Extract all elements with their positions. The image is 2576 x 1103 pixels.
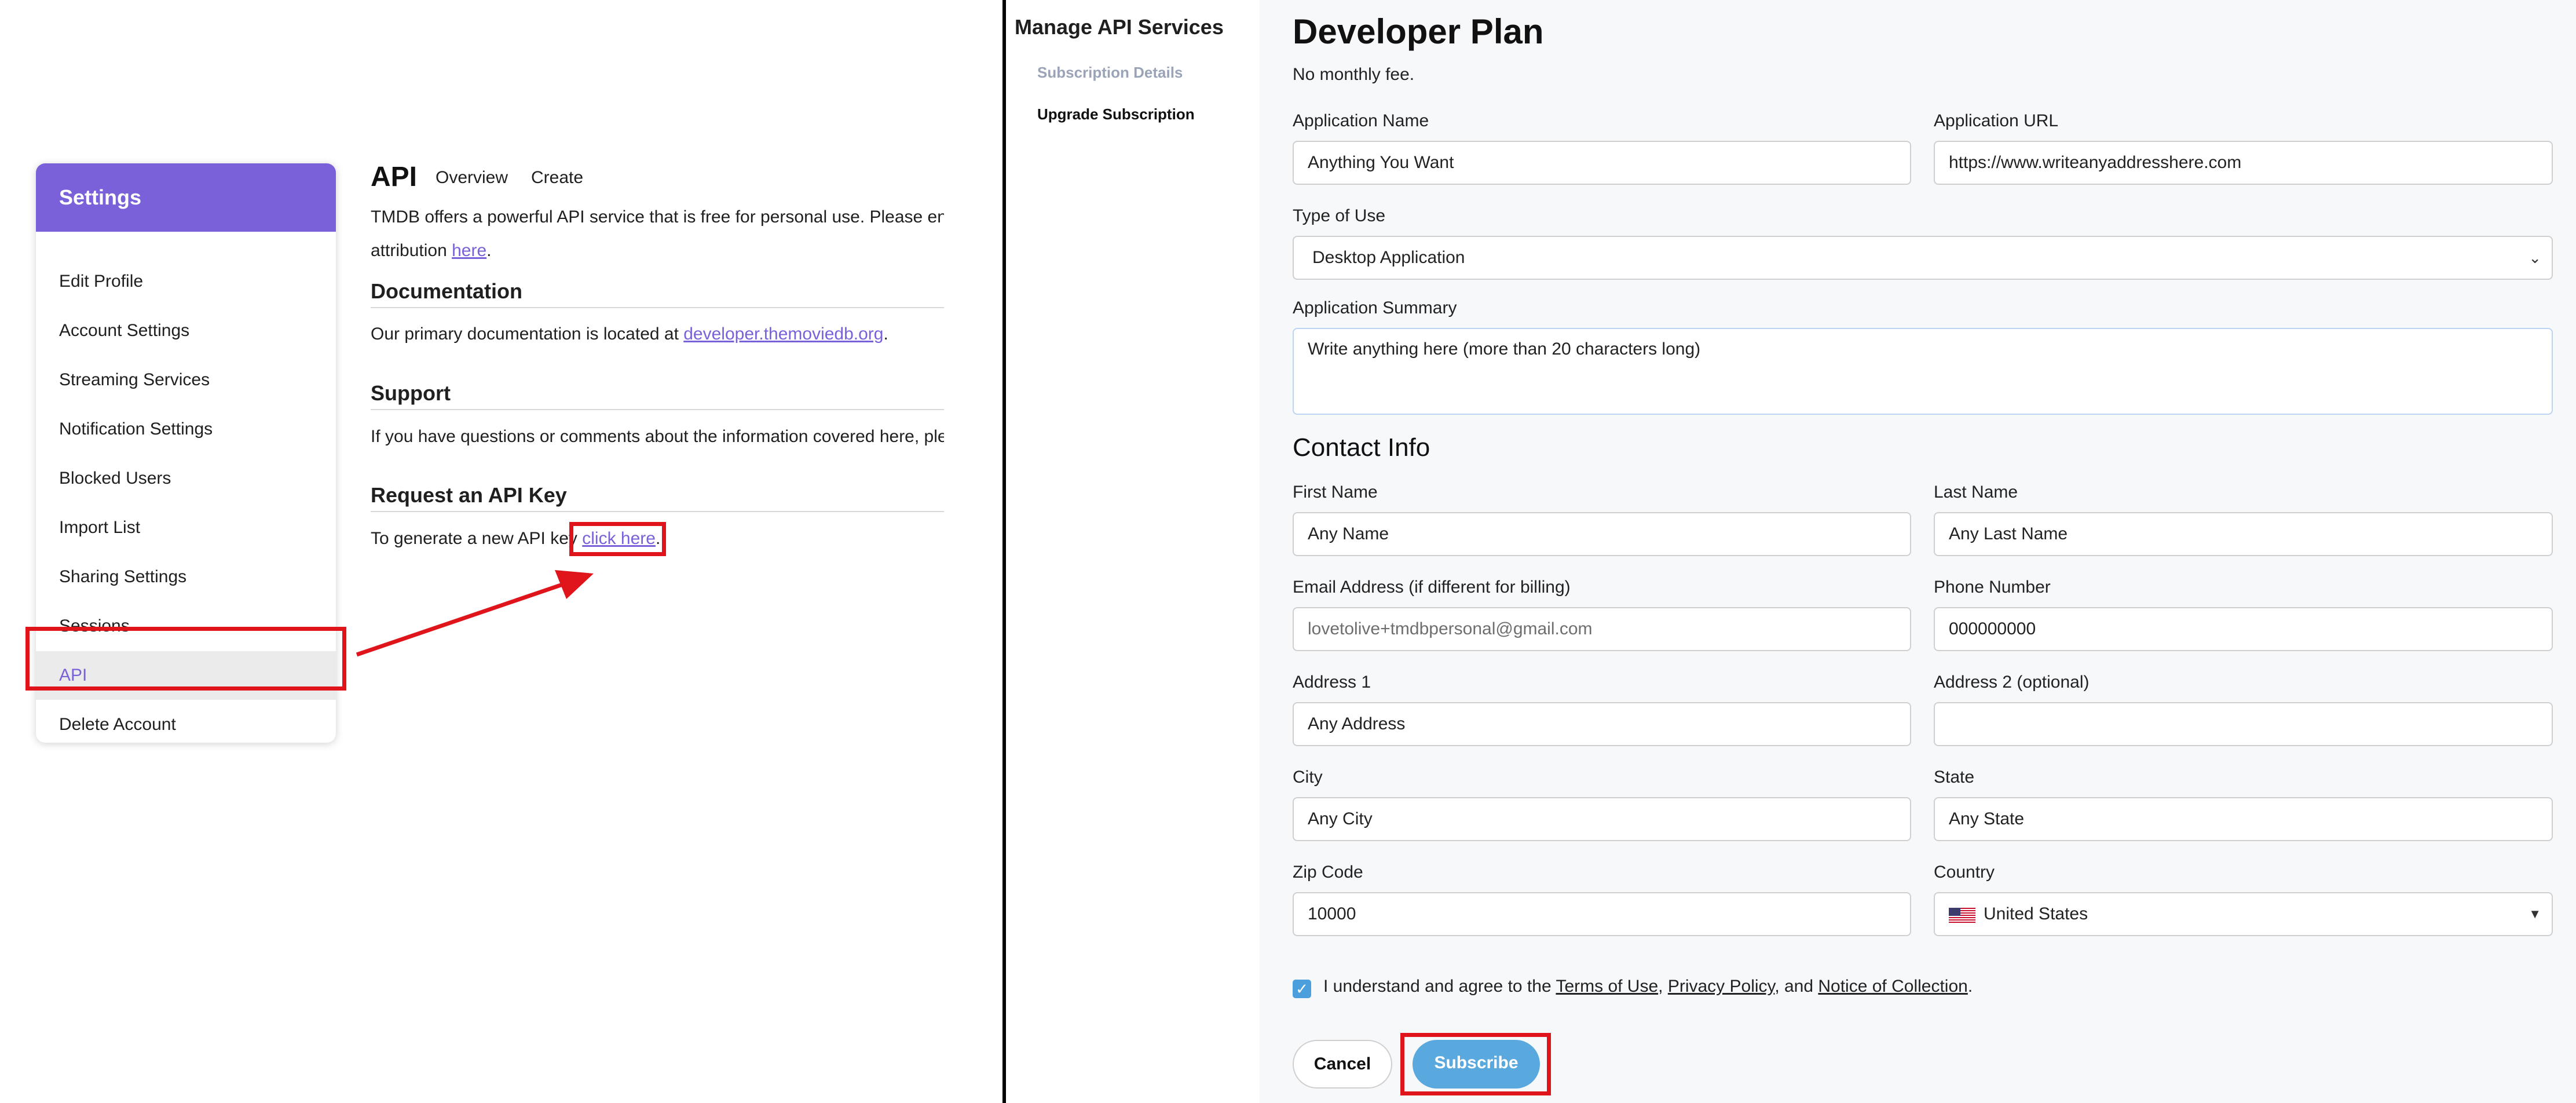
settings-item-account-settings[interactable]: Account Settings — [36, 306, 336, 355]
agreement-text: I understand and agree to the Terms of U… — [1323, 977, 1973, 996]
address2-label: Address 2 (optional) — [1934, 673, 2090, 692]
settings-item-delete-account[interactable]: Delete Account — [36, 700, 336, 743]
type-of-use-value: Desktop Application — [1312, 248, 1465, 267]
settings-item-edit-profile[interactable]: Edit Profile — [36, 257, 336, 306]
tab-overview[interactable]: Overview — [436, 168, 508, 188]
agreement-prefix: I understand and agree to the — [1323, 977, 1556, 996]
manage-api-nav: Manage API Services Subscription Details… — [1006, 0, 1260, 1103]
us-flag-icon — [1949, 908, 1975, 923]
first-name-label: First Name — [1293, 483, 1378, 502]
nav-subscription-details[interactable]: Subscription Details — [1037, 64, 1183, 82]
highlight-box-click-here — [569, 522, 666, 556]
highlight-box-api — [25, 627, 346, 691]
chevron-down-icon: ⌄ — [2529, 249, 2541, 266]
app-url-label: Application URL — [1934, 111, 2059, 130]
city-input[interactable] — [1293, 797, 1911, 841]
agreement-suffix: . — [1967, 977, 1973, 996]
settings-item-notification-settings[interactable]: Notification Settings — [36, 405, 336, 454]
type-of-use-label: Type of Use — [1293, 206, 1386, 225]
country-value: United States — [1984, 904, 2088, 923]
state-input[interactable] — [1934, 797, 2553, 841]
address2-input[interactable] — [1934, 702, 2553, 746]
last-name-input[interactable] — [1934, 512, 2553, 556]
subscription-form: Developer Plan No monthly fee. Applicati… — [1260, 0, 2576, 1103]
privacy-policy-link[interactable]: Privacy Policy — [1668, 977, 1774, 996]
state-label: State — [1934, 768, 1975, 787]
red-arrow-annotation — [356, 570, 594, 657]
documentation-suffix: . — [883, 324, 888, 344]
support-heading: Support — [371, 381, 451, 405]
notice-of-collection-link[interactable]: Notice of Collection — [1818, 977, 1967, 996]
request-divider — [371, 511, 944, 512]
address1-input[interactable] — [1293, 702, 1911, 746]
phone-label: Phone Number — [1934, 578, 2051, 597]
contact-info-heading: Contact Info — [1293, 433, 1430, 462]
zip-input[interactable] — [1293, 892, 1911, 936]
app-name-label: Application Name — [1293, 111, 1429, 130]
terms-of-use-link[interactable]: Terms of Use — [1556, 977, 1658, 996]
cancel-button[interactable]: Cancel — [1293, 1040, 1392, 1089]
first-name-input[interactable] — [1293, 512, 1911, 556]
developer-docs-link[interactable]: developer.themoviedb.org — [683, 324, 883, 344]
agreement-sep2: , and — [1774, 977, 1818, 996]
city-label: City — [1293, 768, 1323, 787]
manage-api-title: Manage API Services — [1015, 15, 1224, 39]
highlight-box-subscribe — [1400, 1033, 1551, 1095]
api-intro: TMDB offers a powerful API service that … — [371, 200, 944, 268]
documentation-heading: Documentation — [371, 279, 523, 303]
documentation-prefix: Our primary documentation is located at — [371, 324, 684, 344]
plan-subtitle: No monthly fee. — [1293, 65, 1415, 84]
last-name-label: Last Name — [1934, 483, 2018, 502]
type-of-use-select[interactable]: Desktop Application ⌄ — [1293, 236, 2553, 280]
country-label: Country — [1934, 863, 1995, 882]
attribution-link[interactable]: here — [452, 241, 486, 260]
agreement-sep1: , — [1658, 977, 1668, 996]
settings-item-sharing-settings[interactable]: Sharing Settings — [36, 553, 336, 601]
documentation-divider — [371, 307, 944, 308]
phone-input[interactable] — [1934, 607, 2553, 651]
zip-label: Zip Code — [1293, 863, 1363, 882]
api-intro-line1: TMDB offers a powerful API service that … — [371, 207, 944, 227]
request-api-key-heading: Request an API Key — [371, 483, 567, 507]
support-text: If you have questions or comments about … — [371, 427, 944, 446]
plan-title: Developer Plan — [1293, 12, 1544, 51]
email-input[interactable] — [1293, 607, 1911, 651]
settings-item-import-list[interactable]: Import List — [36, 503, 336, 552]
nav-upgrade-subscription[interactable]: Upgrade Subscription — [1037, 105, 1195, 123]
country-select[interactable]: United States ▼ — [1934, 892, 2553, 936]
settings-item-streaming-services[interactable]: Streaming Services — [36, 356, 336, 404]
request-prefix: To generate a new API key — [371, 529, 577, 548]
app-summary-label: Application Summary — [1293, 298, 1457, 317]
api-intro-suffix: . — [486, 241, 492, 260]
left-pane: Settings Edit Profile Account Settings S… — [0, 0, 1004, 1103]
api-intro-line2: attribution here. — [371, 234, 944, 268]
api-intro-prefix: attribution — [371, 241, 452, 260]
support-divider — [371, 409, 944, 410]
app-url-input[interactable] — [1934, 141, 2553, 185]
settings-item-blocked-users[interactable]: Blocked Users — [36, 454, 336, 503]
tab-create[interactable]: Create — [531, 168, 583, 188]
api-page-title: API — [371, 162, 418, 192]
app-summary-textarea[interactable]: Write anything here (more than 20 charac… — [1293, 328, 2553, 415]
caret-down-icon: ▼ — [2529, 907, 2541, 921]
app-name-input[interactable] — [1293, 141, 1911, 185]
address1-label: Address 1 — [1293, 673, 1371, 692]
email-label: Email Address (if different for billing) — [1293, 578, 1571, 597]
documentation-text: Our primary documentation is located at … — [371, 317, 888, 351]
settings-title: Settings — [36, 163, 336, 232]
agree-checkbox[interactable]: ✓ — [1293, 980, 1311, 998]
